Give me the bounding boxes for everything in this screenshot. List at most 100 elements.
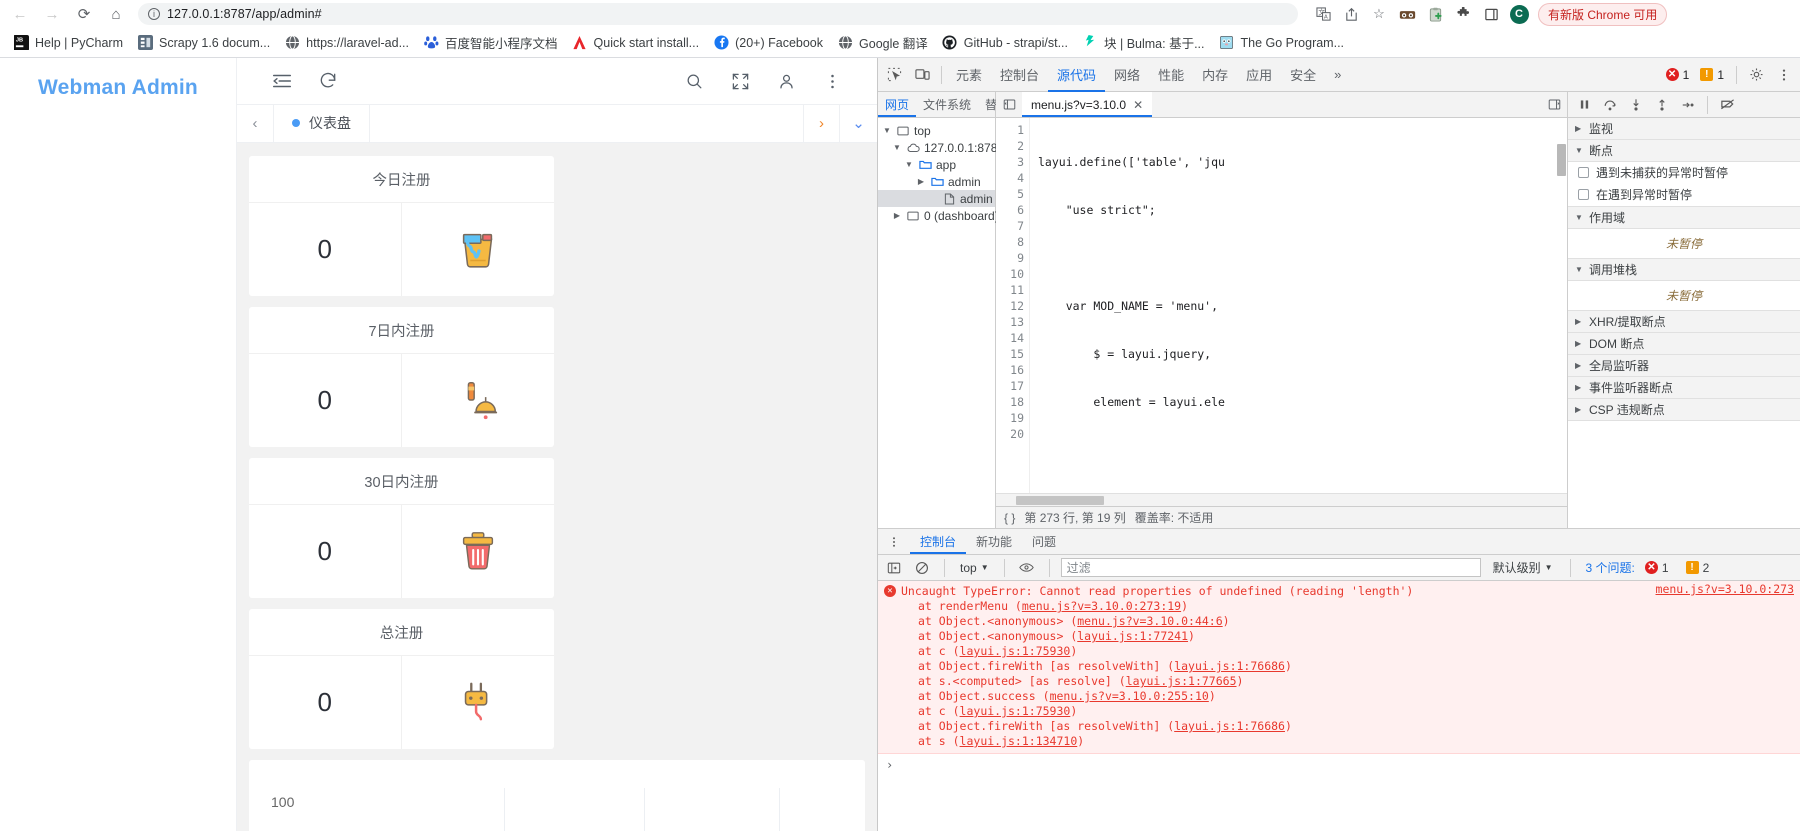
translate-icon[interactable]: 文A <box>1310 2 1336 26</box>
tab-elements[interactable]: 元素 <box>947 58 991 92</box>
profile-avatar[interactable]: C <box>1506 2 1532 26</box>
bookmark-item[interactable]: 百度智能小程序文档 <box>416 31 565 54</box>
tab-sources[interactable]: 源代码 <box>1048 58 1105 92</box>
tree-item-origin[interactable]: ▼ 127.0.0.1:8787 <box>878 139 1004 156</box>
step-over-icon[interactable] <box>1598 94 1622 116</box>
stack-frame-link[interactable]: layui.js:1:75930 <box>960 644 1071 658</box>
bookmark-item[interactable]: Quick start install... <box>565 33 707 53</box>
search-icon[interactable] <box>671 58 717 104</box>
stack-frame-link[interactable]: menu.js?v=3.10.0:273:19 <box>1022 599 1181 613</box>
error-source-link[interactable]: menu.js?v=3.10.0:273 <box>1656 582 1794 597</box>
section-dom-breakpoints[interactable]: ▶ DOM 断点 <box>1568 333 1800 355</box>
close-icon[interactable]: ✕ <box>1133 98 1143 112</box>
twisty-icon[interactable]: ▼ <box>892 143 902 152</box>
bookmark-item[interactable]: Google 翻译 <box>830 31 935 54</box>
drawer-tab-console[interactable]: 控制台 <box>910 529 966 554</box>
bookmark-item[interactable]: JB Help | PyCharm <box>6 33 130 53</box>
step-out-icon[interactable] <box>1650 94 1674 116</box>
stack-frame-link[interactable]: layui.js:1:76686 <box>1174 719 1285 733</box>
twisty-icon[interactable]: ▶ <box>916 177 926 186</box>
execution-context-selector[interactable]: top ▼ <box>956 561 993 575</box>
tab-dropdown-button[interactable]: ⌄ <box>840 105 877 142</box>
drawer-tab-issues[interactable]: 问题 <box>1022 529 1066 554</box>
pause-icon[interactable] <box>1572 94 1596 116</box>
address-bar[interactable]: i 127.0.0.1:8787/app/admin# <box>138 3 1298 25</box>
more-vertical-icon[interactable] <box>1770 61 1798 89</box>
deactivate-breakpoints-icon[interactable] <box>1715 94 1739 116</box>
tree-item-dashboard-frame[interactable]: ▶ 0 (dashboard) <box>878 207 999 224</box>
drawer-tab-whats-new[interactable]: 新功能 <box>966 529 1022 554</box>
site-info-icon[interactable]: i <box>148 8 160 20</box>
fullscreen-icon[interactable] <box>717 58 763 104</box>
navigator-tab-page[interactable]: 网页 <box>878 92 916 117</box>
editor-horizontal-scrollbar[interactable] <box>996 493 1567 506</box>
live-expression-icon[interactable] <box>1016 558 1038 578</box>
twisty-icon[interactable]: ▼ <box>882 126 892 135</box>
log-level-selector[interactable]: 默认级别 ▼ <box>1487 559 1559 576</box>
error-count-badge[interactable]: ✕ 1 <box>1662 66 1697 84</box>
bookmark-item[interactable]: (20+) Facebook <box>706 33 830 53</box>
console-messages[interactable]: menu.js?v=3.10.0:273 ✕ Uncaught TypeErro… <box>878 581 1800 831</box>
tab-application[interactable]: 应用 <box>1237 58 1281 92</box>
tree-item-file-admin[interactable]: admin <box>878 190 995 207</box>
bookmark-star-icon[interactable]: ☆ <box>1366 2 1392 26</box>
step-into-icon[interactable] <box>1624 94 1648 116</box>
section-xhr-breakpoints[interactable]: ▶ XHR/提取断点 <box>1568 311 1800 333</box>
user-icon[interactable] <box>763 58 809 104</box>
bookmark-item[interactable]: The Go Program... <box>1212 33 1352 53</box>
clear-console-icon[interactable] <box>911 558 933 578</box>
issues-summary-link[interactable]: 3 个问题: ✕ 1 ! 2 <box>1582 559 1721 577</box>
section-global-listeners[interactable]: ▶ 全局监听器 <box>1568 355 1800 377</box>
checkbox[interactable] <box>1578 167 1589 178</box>
tab-prev-button[interactable]: ‹ <box>237 105 274 142</box>
scrollbar-thumb[interactable] <box>1016 495 1104 505</box>
share-icon[interactable] <box>1338 2 1364 26</box>
stack-frame-link[interactable]: layui.js:1:77241 <box>1077 629 1188 643</box>
side-panel-icon[interactable] <box>1478 2 1504 26</box>
console-error-message[interactable]: menu.js?v=3.10.0:273 ✕ Uncaught TypeErro… <box>878 581 1800 754</box>
navigator-tab-filesystem[interactable]: 文件系统 <box>916 92 978 117</box>
code-editor[interactable]: 1 2 3 4 5 6 7 8 9 10 11 12 13 14 15 16 1… <box>996 118 1567 493</box>
console-filter-input[interactable]: 过滤 <box>1060 558 1481 577</box>
show-debugger-icon[interactable] <box>1541 92 1567 117</box>
show-navigator-icon[interactable] <box>996 92 1022 117</box>
chrome-update-pill[interactable]: 有新版 Chrome 可用 <box>1538 2 1668 26</box>
drawer-more-icon[interactable] <box>878 529 910 554</box>
bookmark-item[interactable]: https://laravel-ad... <box>277 33 416 53</box>
home-icon[interactable]: ⌂ <box>102 2 130 26</box>
device-toolbar-icon[interactable] <box>908 61 936 89</box>
checkbox[interactable] <box>1578 189 1589 200</box>
section-call-stack[interactable]: ▼ 调用堆栈 <box>1568 259 1800 281</box>
menu-collapse-icon[interactable] <box>259 58 305 104</box>
more-tabs-icon[interactable]: » <box>1325 58 1350 92</box>
tab-memory[interactable]: 内存 <box>1193 58 1237 92</box>
pause-on-uncaught-exceptions-row[interactable]: 遇到未捕获的异常时暂停 <box>1568 162 1800 183</box>
stack-frame-link[interactable]: layui.js:1:77665 <box>1126 674 1237 688</box>
inspect-element-icon[interactable] <box>880 61 908 89</box>
section-watch[interactable]: ▶ 监视 <box>1568 118 1800 140</box>
tree-item-folder-app[interactable]: ▼ app <box>878 156 995 173</box>
section-scope[interactable]: ▼ 作用域 <box>1568 207 1800 229</box>
section-csp-violation-breakpoints[interactable]: ▶ CSP 违规断点 <box>1568 399 1800 421</box>
pause-on-exceptions-row[interactable]: 在遇到异常时暂停 <box>1568 183 1800 207</box>
extension-adblock-icon[interactable] <box>1394 2 1420 26</box>
stack-frame-link[interactable]: menu.js?v=3.10.0:44:6 <box>1077 614 1222 628</box>
scrollbar-thumb[interactable] <box>1557 144 1566 176</box>
stack-frame-link[interactable]: layui.js:1:134710 <box>960 734 1078 748</box>
code-text[interactable]: layui.define(['table', 'jqu "use strict"… <box>1030 118 1567 493</box>
stack-frame-link[interactable]: layui.js:1:76686 <box>1174 659 1285 673</box>
bookmark-item[interactable]: 块 | Bulma: 基于... <box>1075 31 1212 54</box>
refresh-icon[interactable] <box>305 58 351 104</box>
tab-network[interactable]: 网络 <box>1105 58 1149 92</box>
more-icon[interactable] <box>809 58 855 104</box>
console-prompt[interactable]: › <box>878 754 1800 776</box>
console-sidebar-icon[interactable] <box>883 558 905 578</box>
extension-clipboard-icon[interactable] <box>1422 2 1448 26</box>
editor-vertical-scrollbar[interactable] <box>1556 118 1567 493</box>
twisty-icon[interactable]: ▶ <box>892 211 902 220</box>
forward-arrow-icon[interactable]: → <box>38 2 66 26</box>
tab-performance[interactable]: 性能 <box>1149 58 1193 92</box>
tree-item-folder-admin[interactable]: ▶ admin <box>878 173 995 190</box>
bookmark-item[interactable]: GitHub - strapi/st... <box>935 33 1075 53</box>
tab-security[interactable]: 安全 <box>1281 58 1325 92</box>
